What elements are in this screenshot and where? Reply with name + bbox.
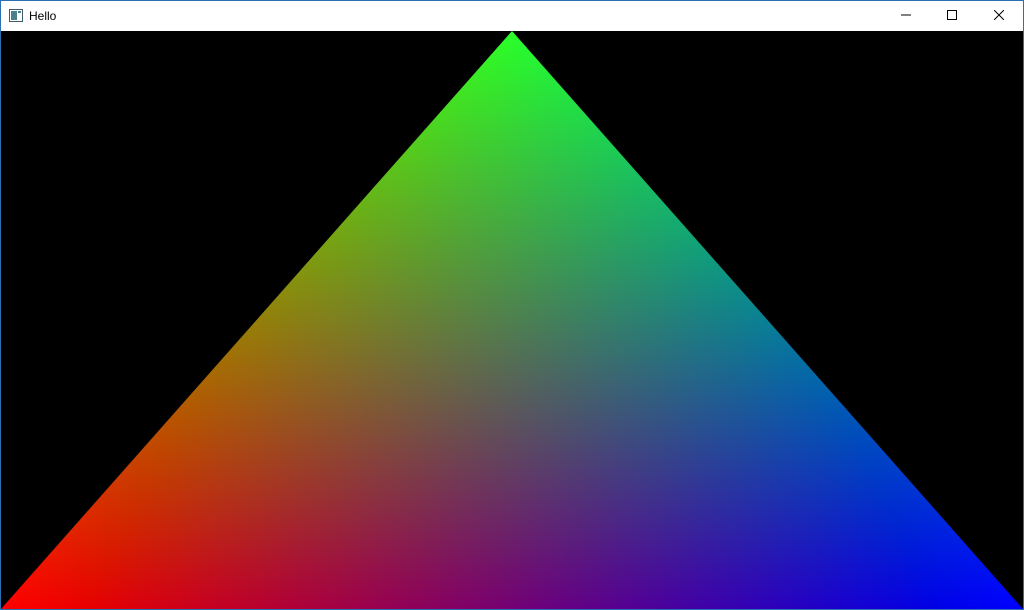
maximize-icon <box>947 7 957 25</box>
render-viewport[interactable] <box>1 31 1023 609</box>
maximize-button[interactable] <box>929 1 975 31</box>
close-icon <box>993 7 1005 25</box>
window-title: Hello <box>29 9 57 23</box>
minimize-icon <box>901 7 911 25</box>
close-button[interactable] <box>976 1 1022 31</box>
minimize-button[interactable] <box>883 1 929 31</box>
application-window: Hello <box>0 0 1024 610</box>
title-bar[interactable]: Hello <box>1 1 1023 31</box>
rendered-scene <box>1 31 1023 609</box>
app-window-icon <box>9 9 23 22</box>
